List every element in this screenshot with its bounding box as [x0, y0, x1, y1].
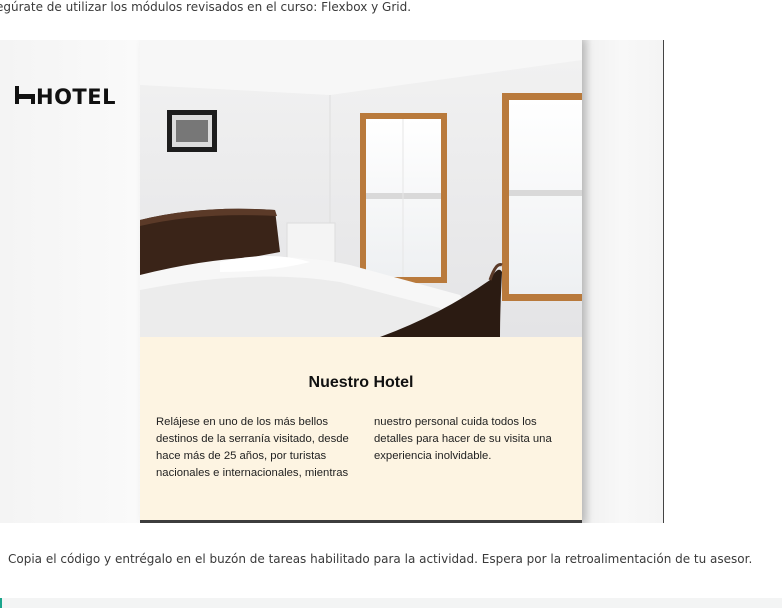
- outro-text: Copia el código y entrégalo en el buzón …: [8, 552, 753, 566]
- footer-accent: [0, 598, 2, 608]
- mockup-left-background: [0, 40, 140, 523]
- mockup-border: [663, 40, 664, 523]
- intro-text: egúrate de utilizar los módulos revisado…: [0, 0, 412, 14]
- card-text-column-1: Relájese en uno de los más bellos destin…: [156, 416, 349, 479]
- bedroom-photo: [140, 40, 582, 337]
- bed-icon: [14, 85, 36, 109]
- hotel-logo: HOTEL: [14, 85, 116, 109]
- logo-text: HOTEL: [36, 85, 116, 109]
- hotel-mockup-image: HOTEL Nuestro Hotel Relájese en uno de l…: [0, 40, 664, 523]
- card-bottom-bar: [140, 520, 582, 523]
- card-text-column-2: nuestro personal cuida todos los detalle…: [374, 416, 552, 462]
- mockup-right-background: [582, 40, 663, 523]
- card-title: Nuestro Hotel: [308, 374, 414, 391]
- hotel-card: Nuestro Hotel Relájese en uno de los más…: [140, 40, 582, 523]
- footer-strip: [0, 598, 782, 608]
